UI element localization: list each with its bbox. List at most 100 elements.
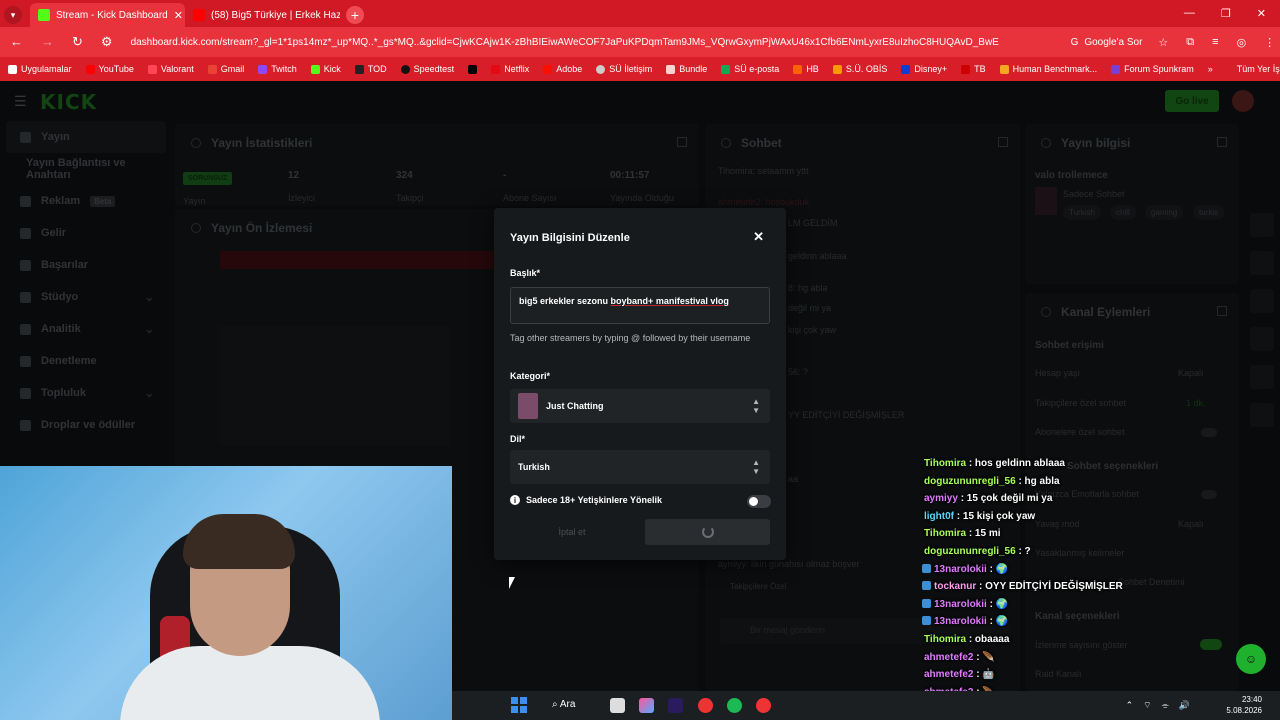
forward-icon[interactable]: → [41,34,54,50]
language-select[interactable]: Turkish ▲ ▼ [510,450,770,484]
bookmark-su-iletisim[interactable]: SÜ İletişim [596,64,652,74]
bookmark-apps[interactable]: Uygulamalar [8,64,72,74]
back-icon[interactable]: ← [10,34,23,50]
info-icon: i [510,495,520,505]
more-bookmarks-icon[interactable]: » [1208,64,1213,74]
close-icon[interactable]: ✕ [753,229,764,245]
photos-icon[interactable] [639,698,654,713]
adult-content-toggle[interactable] [747,495,771,508]
bookmark-tb[interactable]: TB [961,64,986,74]
bookmarks-bar: Uygulamalar YouTube Valorant Gmail Twitc… [0,57,1280,81]
chevron-updown-icon: ▲ ▼ [752,458,760,476]
chat-username: 13narolokii [934,616,987,628]
media-icon[interactable]: ≡ [1212,36,1218,49]
bookmark-netflix[interactable]: Netflix [491,64,529,74]
volume-icon[interactable]: 🔊 [1179,700,1190,711]
overlay-chat-line: 13narolokii : 🌍 [922,563,1009,575]
all-bookmarks[interactable]: Tüm Yer İşaretleri [1237,64,1280,74]
address-bar-row: ← → ↻ ⚙ dashboard.kick.com/stream?_gl=1*… [0,27,1280,57]
badge-icon [922,598,931,608]
profile-icon[interactable]: ◎ [1237,36,1247,49]
tab-search-button[interactable]: ▾ [4,6,22,24]
file-explorer-icon[interactable] [610,698,625,713]
extensions-icon[interactable]: ⧉ [1186,36,1194,49]
chevron-updown-icon: ▲ ▼ [752,397,760,415]
bookmark-bundle[interactable]: Bundle [666,64,707,74]
bookmark-youtube[interactable]: YouTube [85,64,134,74]
taskbar-search[interactable]: ⌕ Ara [552,699,575,710]
close-tab-icon[interactable]: ✕ [174,9,183,22]
site-info-icon[interactable]: ⚙ [101,34,113,50]
chevron-up-icon[interactable]: ⌃ [1126,700,1134,711]
new-tab-button[interactable]: + [346,6,364,24]
url-field[interactable]: dashboard.kick.com/stream?_gl=1*1ps14mz*… [131,37,1011,48]
webcam-overlay [0,466,452,720]
clock[interactable]: 23:40 5.08.2026 [1226,694,1262,716]
bookmark-speedtest[interactable]: Speedtest [400,64,454,74]
help-chat-button[interactable]: ☺ [1236,644,1266,674]
mouse-cursor-icon [509,577,515,589]
more-menu-icon[interactable]: ⋮ [1264,36,1275,49]
restore-icon[interactable]: ❐ [1221,7,1231,20]
windows-start-icon[interactable] [511,697,527,713]
chat-username: doguzununregli_56 [924,475,1016,487]
streamer-hair [183,514,295,569]
app-icon[interactable] [756,698,771,713]
system-tray: ⌃ ⌔ ⌯ 🔊 [1126,700,1190,711]
stream-title-input[interactable]: big5 erkekler sezonu boyband+ manifestiv… [510,287,770,324]
bookmark-kick[interactable]: Kick [310,64,341,74]
tag-help-text: Tag other streamers by typing @ followed… [510,333,751,343]
language-value: Turkish [518,462,550,472]
chat-text: : 🌍 [986,598,1009,610]
bookmark-twitch[interactable]: Twitch [258,64,297,74]
tab-kick-dashboard[interactable]: Stream - Kick Dashboard ✕ [30,3,185,27]
chat-username: tockanur [934,581,977,593]
window-controls: — ❐ ✕ [1184,7,1280,27]
chat-text: : 🌍 [986,563,1009,575]
premiere-icon[interactable] [668,698,683,713]
save-button[interactable] [645,519,770,545]
chat-text: : obaaaa [966,634,1010,645]
chrome-icon[interactable] [698,698,713,713]
minimize-icon[interactable]: — [1184,7,1195,20]
chat-username: Tihomira [924,458,967,469]
chat-text: : hos geldinn ablaaa [966,458,1065,469]
overlay-chat-line: doguzununregli_56 : ? [924,546,1031,557]
google-search-label: Google'a Sor [1084,36,1143,48]
browser-tab-strip: ▾ Stream - Kick Dashboard ✕ (58) Big5 Tü… [0,0,1280,27]
chat-username: 13narolokii [934,563,987,575]
overlay-chat-line: ahmetefe2 : 🤖 [924,669,995,680]
bookmark-gmail[interactable]: Gmail [207,64,244,74]
cancel-button[interactable]: İptal et [510,519,634,545]
chat-text: : 15 mi [966,528,1001,540]
wifi-icon[interactable]: ⌯ [1162,700,1169,711]
bookmark-forum[interactable]: Forum Spunkram [1111,64,1194,74]
chat-username: Tihomira [924,528,967,540]
bookmark-tiktok[interactable] [468,64,478,74]
chat-username: ahmetefe2 [924,651,974,663]
overlay-chat-line: doguzununregli_56 : hg abla [924,476,1060,487]
bookmark-su-eposta[interactable]: SÜ e-posta [721,64,779,74]
overlay-chat-line: Tihomira : hos geldinn ablaaa [924,458,1065,469]
reload-icon[interactable]: ↻ [72,34,83,50]
tab-youtube[interactable]: (58) Big5 Türkiye | Erkek Hazırlık ✕ [185,3,340,27]
bookmark-adobe[interactable]: Adobe [543,64,582,74]
chat-text: : ? [1015,546,1031,557]
network-icon[interactable]: ⌔ [1143,700,1151,711]
category-thumbnail [518,393,538,419]
chat-text: : 15 kişi çok yaw [954,510,1036,522]
bookmark-hb[interactable]: HB [793,64,819,74]
bookmark-tod[interactable]: TOD [354,64,387,74]
spotify-icon[interactable] [727,698,742,713]
close-window-icon[interactable]: ✕ [1257,7,1266,20]
bookmark-star-icon[interactable]: ☆ [1158,36,1168,49]
google-search-button[interactable]: G Google'a Sor [1071,37,1143,48]
bookmark-obis[interactable]: S.Ü. OBİS [832,64,887,74]
category-label: Kategori* [510,371,551,381]
bookmark-disney[interactable]: Disney+ [901,64,947,74]
title-label: Başlık* [510,268,541,278]
bookmark-human-benchmark[interactable]: Human Benchmark... [999,64,1097,74]
bookmark-valorant[interactable]: Valorant [147,64,194,74]
category-select[interactable]: Just Chatting ▲ ▼ [510,389,770,423]
chat-username: Tihomira [924,634,967,645]
